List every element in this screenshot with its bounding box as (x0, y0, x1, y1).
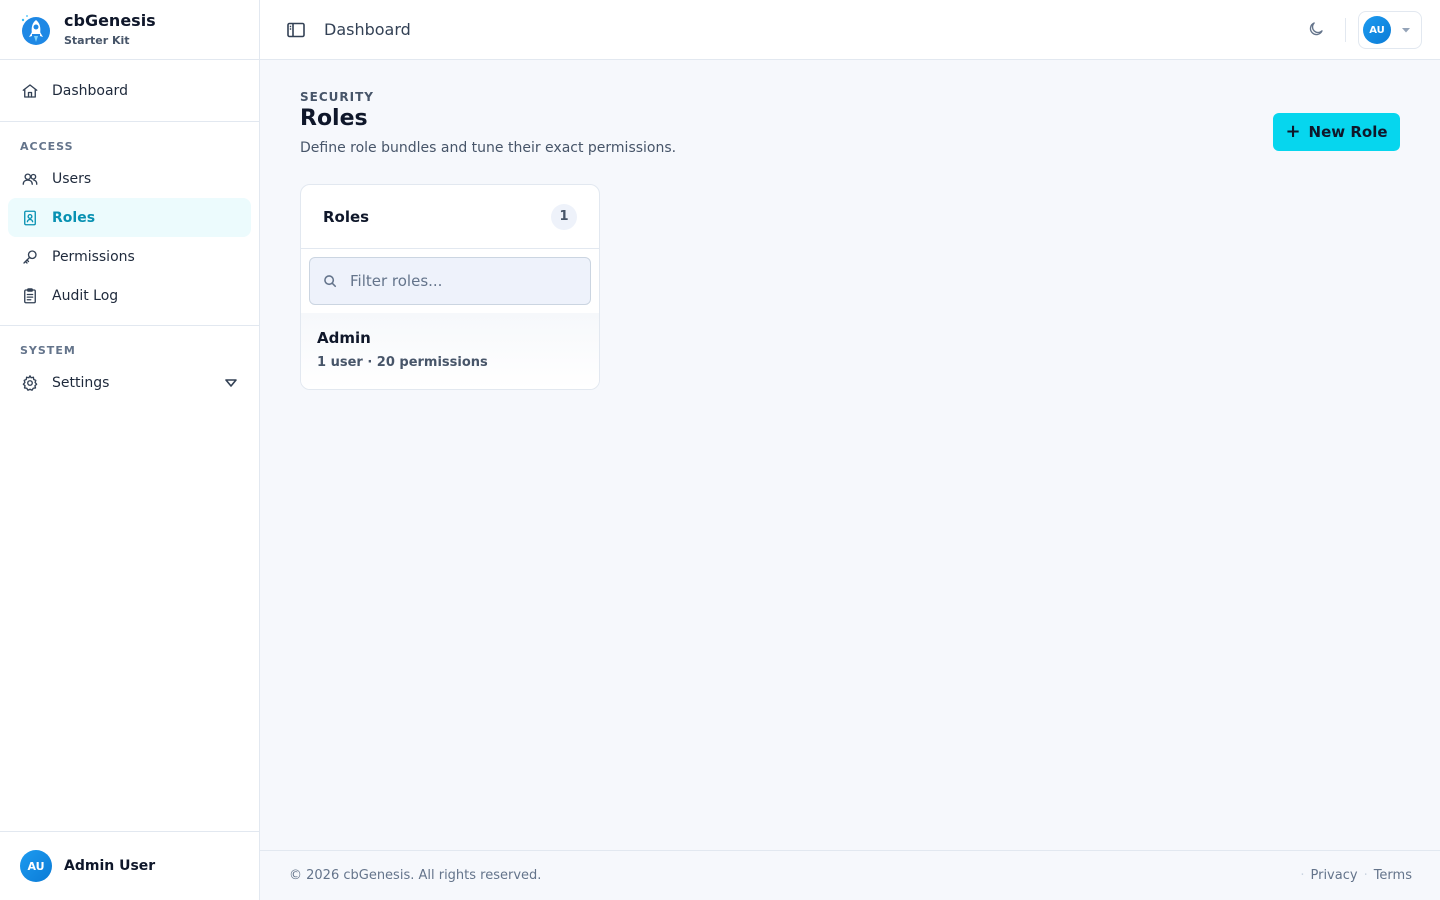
page-footer: © 2026 cbGenesis. All rights reserved. ·… (260, 850, 1440, 900)
new-role-label: New Role (1308, 123, 1388, 141)
user-name: Admin User (64, 858, 156, 874)
main-content: SECURITY Roles Define role bundles and t… (260, 60, 1440, 850)
search-icon (322, 273, 338, 289)
id-badge-icon (20, 208, 40, 228)
filter-wrapper (301, 249, 599, 305)
rocket-logo-icon (18, 13, 52, 47)
role-list-item[interactable]: Admin 1 user · 20 permissions (301, 313, 599, 389)
footer-dot: · (1300, 868, 1305, 883)
sidebar-section-access: ACCESS Users Roles Permissions Audit Log (0, 122, 259, 326)
footer-links: · Privacy · Terms (1294, 868, 1412, 883)
role-meta: 1 user · 20 permissions (317, 355, 488, 370)
filter-box (309, 257, 591, 305)
sidebar-item-label: Settings (52, 374, 110, 391)
key-icon (20, 247, 40, 267)
new-role-button[interactable]: + New Role (1273, 113, 1400, 151)
sidebar-item-audit-log[interactable]: Audit Log (8, 276, 251, 315)
page-eyebrow: SECURITY (300, 90, 374, 104)
avatar: AU (20, 850, 52, 882)
sidebar-item-permissions[interactable]: Permissions (8, 237, 251, 276)
users-icon (20, 169, 40, 189)
sidebar-item-label: Roles (52, 209, 96, 226)
user-menu-button[interactable]: AU (1358, 11, 1422, 49)
roles-panel: Roles 1 Admin 1 user · 20 permissions (300, 184, 600, 390)
brand-name: cbGenesis (64, 10, 156, 30)
sidebar-toggle-icon[interactable] (286, 20, 306, 40)
sidebar-item-dashboard[interactable]: Dashboard (8, 71, 251, 110)
filter-roles-input[interactable] (350, 272, 570, 290)
sidebar-user[interactable]: AU Admin User (0, 831, 259, 900)
chevron-down-icon (1400, 24, 1412, 36)
sidebar-item-label: Audit Log (52, 287, 119, 304)
brand-subtitle: Starter Kit (64, 33, 130, 47)
moon-icon[interactable] (1306, 19, 1326, 39)
sidebar-top-nav: Dashboard (0, 60, 259, 122)
plus-icon: + (1285, 121, 1301, 142)
chevron-down-icon (223, 375, 239, 391)
roles-panel-title: Roles (323, 207, 370, 226)
sidebar-item-roles[interactable]: Roles (8, 198, 251, 237)
header-divider (1345, 18, 1346, 42)
sidebar-item-label: Permissions (52, 248, 135, 265)
clipboard-icon (20, 286, 40, 306)
header-title: Dashboard (324, 20, 411, 39)
gear-icon (20, 373, 40, 393)
sidebar-item-label: Dashboard (52, 82, 128, 99)
page-description: Define role bundles and tune their exact… (300, 140, 677, 156)
sidebar-item-settings[interactable]: Settings (8, 363, 251, 402)
sidebar-item-label: Users (52, 170, 92, 187)
sidebar-item-users[interactable]: Users (8, 159, 251, 198)
brand[interactable]: cbGenesis Starter Kit (0, 0, 259, 60)
footer-dot: · (1363, 868, 1368, 883)
section-label-access: ACCESS (20, 140, 74, 153)
avatar: AU (1363, 16, 1391, 44)
role-name: Admin (317, 329, 371, 347)
terms-link[interactable]: Terms (1374, 868, 1412, 883)
section-label-system: SYSTEM (20, 344, 76, 357)
top-header: Dashboard AU (260, 0, 1440, 60)
privacy-link[interactable]: Privacy (1310, 868, 1357, 883)
sidebar-section-system: SYSTEM Settings (0, 326, 259, 412)
roles-count-badge: 1 (551, 203, 577, 230)
sidebar: cbGenesis Starter Kit Dashboard ACCESS U… (0, 0, 260, 900)
roles-panel-header: Roles 1 (301, 185, 599, 249)
page-title: Roles (300, 106, 368, 131)
home-icon (20, 81, 40, 101)
copyright-text: © 2026 cbGenesis. All rights reserved. (289, 868, 542, 883)
